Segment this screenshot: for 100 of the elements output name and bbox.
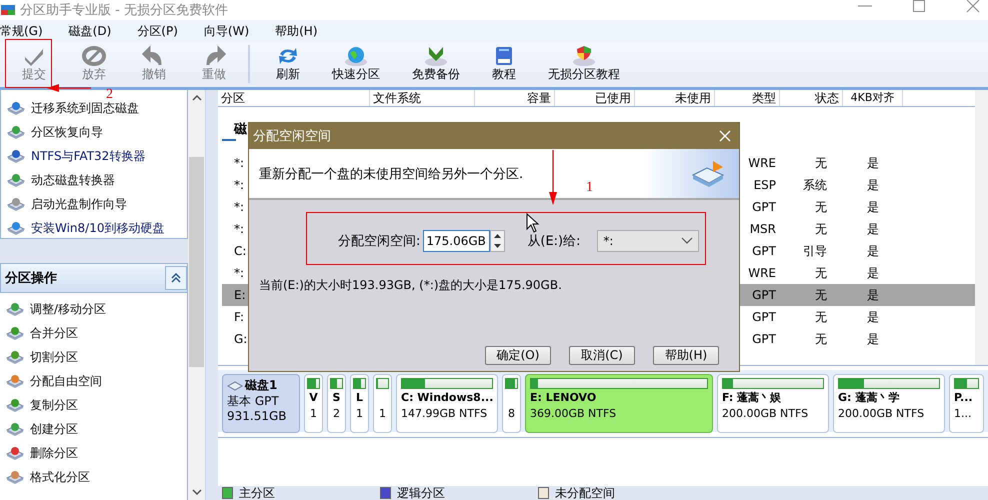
table-cell-text: 无 (814, 286, 828, 304)
column-header[interactable]: 文件系统 (370, 90, 475, 106)
section-title: 分区操作 (4, 270, 57, 287)
table-cell-text: 是 (866, 154, 880, 172)
table-cell-text: C: (233, 244, 248, 258)
column-header[interactable]: 4KB对齐 (843, 90, 903, 106)
dialog-button[interactable]: 取消(C) (569, 346, 635, 365)
window-title: 分区助手专业版 - 无损分区免费软件 (20, 2, 228, 19)
toolbar-button[interactable]: 刷新 (260, 42, 316, 81)
table-cell-text: 是 (866, 198, 880, 216)
partition-detail: 8 (508, 407, 515, 420)
table-cell-text: 是 (866, 242, 880, 260)
table-cell-text: MSR (748, 222, 777, 236)
column-header[interactable]: 容量 (475, 90, 555, 106)
legend-label: 主分区 (239, 486, 275, 500)
partition-card[interactable]: 8 (502, 374, 521, 433)
toolbar-button[interactable]: 免费备份 (396, 42, 476, 81)
table-cell-text: *: (233, 178, 246, 192)
partition-card[interactable]: L 1 (350, 374, 369, 433)
table-cell-text: 无 (814, 308, 828, 326)
menu-item[interactable]: 帮助(H) (275, 22, 318, 40)
partition-detail: 1 (356, 407, 363, 420)
legend-label: 未分配空间 (555, 486, 615, 500)
table-cell-text: 是 (866, 220, 880, 238)
sidebar-item[interactable]: 格式化分区 (0, 465, 187, 489)
table-cell-text: F: (233, 310, 246, 324)
sidebar-item[interactable]: 分配自由空间 (0, 369, 187, 393)
sidebar-item[interactable]: 安装Win8/10到移动硬盘 (1, 216, 187, 240)
table-cell-text: GPT (751, 200, 777, 214)
disk-card[interactable]: 磁盘1 基本 GPT 931.51GB (222, 374, 300, 433)
partition-card[interactable]: 1 (373, 374, 392, 433)
table-cell-text: ESP (752, 178, 777, 192)
table-cell-text: 是 (866, 286, 880, 304)
dialog-description: 重新分配一个盘的未使用空间给另外一个分区. (259, 166, 524, 182)
sidebar-item[interactable]: 调整/移动分区 (0, 297, 187, 321)
menu-item[interactable]: 向导(W) (204, 22, 250, 40)
table-cell-text: WRE (747, 266, 777, 280)
dialog-button[interactable]: 确定(O) (485, 346, 551, 365)
column-header[interactable]: 已使用 (555, 90, 635, 106)
sidebar-item[interactable]: 合并分区 (0, 321, 187, 345)
column-header[interactable]: 分区 (218, 90, 370, 106)
sidebar-item[interactable]: 动态磁盘转换器 (1, 168, 187, 192)
menu-item[interactable]: 磁盘(D) (68, 22, 112, 40)
table-cell-text: 是 (866, 176, 880, 194)
partition-label: G: 蓬蒿丶学 (838, 390, 900, 406)
info-text: 当前(E:)的大小时193.93GB, (*:)盘的大小是175.90GB. (259, 277, 563, 294)
table-cell-text: 无 (814, 330, 828, 348)
column-header[interactable]: 未使用 (635, 90, 715, 106)
partition-card[interactable]: C: Windows8... 147.99GB NTFS (396, 374, 498, 433)
partition-card[interactable]: S 2 (327, 374, 346, 433)
disk-type: 基本 GPT (227, 394, 280, 409)
partition-label: F: 蓬蒿丶娱 (722, 390, 782, 406)
dialog-title: 分配空闲空间 (253, 128, 331, 145)
sidebar-item[interactable]: 分区恢复向导 (1, 120, 187, 144)
toolbar-button[interactable]: 无损分区教程 (532, 42, 636, 81)
sidebar-item[interactable]: NTFS与FAT32转换器 (1, 144, 187, 168)
partition-detail: 1 (310, 407, 317, 420)
annotation-number: 2 (106, 88, 113, 102)
table-cell-text: *: (233, 156, 246, 170)
dropdown[interactable]: *: (597, 230, 700, 252)
sidebar-item[interactable]: 启动光盘制作向导 (1, 192, 187, 216)
disk-size: 931.51GB (227, 409, 288, 424)
partition-label: S (332, 390, 340, 406)
dialog-button[interactable]: 帮助(H) (653, 346, 719, 365)
table-cell-text: GPT (751, 288, 777, 302)
partition-card[interactable]: F: 蓬蒿丶娱 200.00GB NTFS (717, 374, 829, 433)
annotation-number: 1 (586, 181, 593, 195)
table-cell-text: 无 (814, 154, 828, 172)
sidebar-item[interactable]: 切割分区 (0, 345, 187, 369)
partition-card[interactable]: P... 1... (949, 374, 984, 433)
menu-item[interactable]: 分区(P) (137, 22, 178, 40)
table-cell-text: 无 (814, 220, 828, 238)
column-header[interactable]: 类型 (715, 90, 780, 106)
table-cell-text: 无 (814, 198, 828, 216)
table-cell-text: 引导 (802, 242, 828, 260)
sidebar-item[interactable]: 创建分区 (0, 417, 187, 441)
sidebar-item[interactable]: 删除分区 (0, 441, 187, 465)
partition-label: C: Windows8... (401, 390, 493, 406)
partition-label: L (356, 390, 363, 406)
disk-name: 磁盘1 (245, 377, 278, 394)
menu-item[interactable]: 常规(G) (0, 22, 43, 40)
column-header[interactable]: 状态 (780, 90, 843, 106)
partition-card[interactable]: V 1 (304, 374, 323, 433)
sidebar-item[interactable]: 复制分区 (0, 393, 187, 417)
partition-card[interactable]: E: LENOVO 369.00GB NTFS (525, 374, 713, 433)
size-field[interactable]: 175.06GB (423, 230, 490, 252)
table-cell-text: 系统 (802, 176, 828, 194)
partition-detail: 147.99GB NTFS (401, 407, 488, 420)
field-label: 从(E:)给: (527, 233, 582, 250)
toolbar-button[interactable]: 教程 (476, 42, 532, 81)
partition-label: V (309, 390, 318, 406)
table-cell-text: GPT (751, 310, 777, 324)
toolbar-button[interactable]: 快速分区 (316, 42, 396, 81)
disk-tab[interactable]: 磁 (222, 121, 247, 139)
table-cell-text: *: (233, 200, 246, 214)
partition-detail: 1 (379, 407, 386, 420)
partition-label: E: LENOVO (530, 390, 598, 406)
partition-card[interactable]: G: 蓬蒿丶学 200.00GB NTFS (833, 374, 945, 433)
partition-detail: 369.00GB NTFS (530, 407, 618, 420)
table-cell-text: WRE (747, 156, 777, 170)
